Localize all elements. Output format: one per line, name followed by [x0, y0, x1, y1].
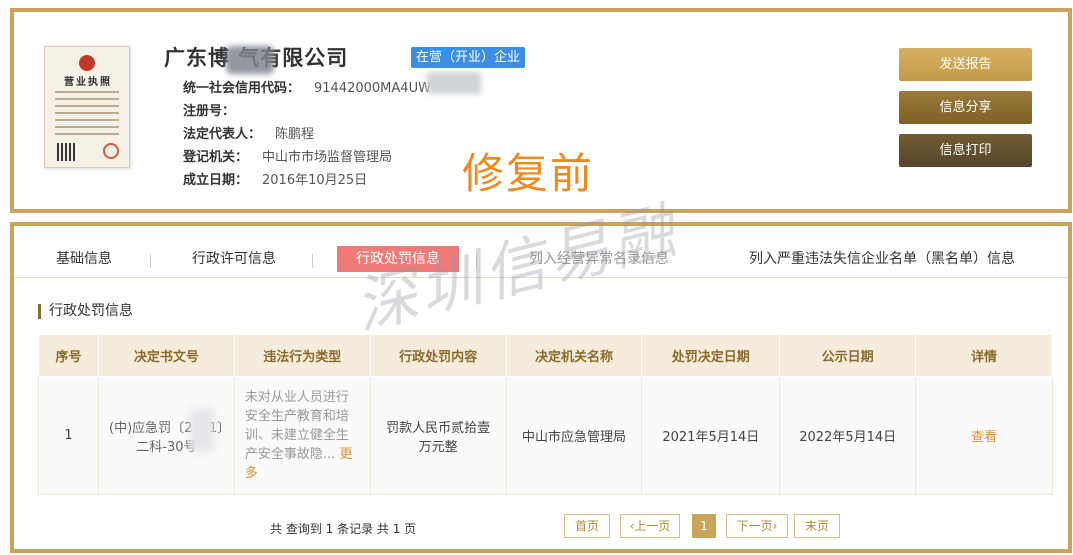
cell-authority: 中山市应急管理局	[505, 376, 643, 495]
section-title: 行政处罚信息	[38, 304, 133, 319]
current-page-button[interactable]: 1	[692, 514, 716, 538]
national-emblem-icon	[79, 55, 95, 71]
col-publish-date: 公示日期	[779, 334, 917, 377]
page-summary: 共 查询到 1 条记录 共 1 页	[270, 522, 417, 536]
next-page-button[interactable]: 下一页›	[726, 514, 788, 538]
license-text-lines	[55, 91, 119, 140]
seal-icon	[103, 143, 119, 159]
reg-authority-value: 中山市市场监督管理局	[262, 150, 393, 165]
col-doc-no: 决定书文号	[97, 334, 235, 377]
tab-divider	[150, 254, 151, 268]
redaction-blur	[226, 46, 274, 74]
status-badge: 在营（开业）企业	[411, 47, 525, 68]
tab-license-info[interactable]: 行政许可信息	[184, 246, 284, 272]
tab-divider	[312, 254, 313, 268]
reg-no-row: 注册号：	[183, 100, 249, 119]
tab-divider	[476, 254, 477, 268]
col-detail: 详情	[915, 334, 1053, 377]
legal-rep-row: 法定代表人： 陈鹏程	[183, 123, 314, 142]
credit-code-row: 统一社会信用代码： 91442000MA4UW	[183, 77, 431, 96]
col-authority: 决定机关名称	[505, 334, 643, 377]
print-info-button[interactable]: 信息打印	[899, 134, 1032, 167]
redaction-blur	[427, 72, 481, 94]
legal-rep-label: 法定代表人：	[183, 127, 262, 142]
before-repair-watermark: 修复前	[462, 149, 595, 198]
violation-text: 未对从业人员进行安全生产教育和培训、未建立健全生产安全事故隐...	[244, 390, 349, 462]
first-page-button[interactable]: 首页	[564, 514, 610, 538]
tab-blacklist[interactable]: 列入严重违法失信企业名单（黑名单）信息	[732, 246, 1032, 272]
credit-code-label: 统一社会信用代码：	[183, 81, 301, 96]
reg-authority-row: 登记机关： 中山市市场监督管理局	[183, 146, 392, 165]
cell-no: 1	[38, 376, 99, 495]
col-violation: 违法行为类型	[233, 334, 371, 377]
qr-code-icon	[57, 143, 75, 161]
cell-penalty: 罚款人民币贰拾壹万元整	[369, 376, 507, 495]
send-report-button[interactable]: 发送报告	[899, 48, 1032, 81]
records-card: 基础信息 行政许可信息 行政处罚信息 列入经营异常名录信息 列入严重违法失信企业…	[10, 222, 1072, 553]
legal-rep-value: 陈鹏程	[275, 127, 315, 142]
cell-violation: 未对从业人员进行安全生产教育和培训、未建立健全生产安全事故隐... 更多	[233, 376, 371, 495]
founded-date-row: 成立日期： 2016年10月25日	[183, 169, 367, 188]
founded-date-label: 成立日期：	[183, 173, 249, 188]
prev-page-button[interactable]: ‹上一页	[620, 514, 680, 538]
last-page-button[interactable]: 末页	[794, 514, 840, 538]
tab-penalty-info[interactable]: 行政处罚信息	[337, 246, 459, 272]
share-info-button[interactable]: 信息分享	[899, 91, 1032, 124]
cell-decision-date: 2021年5月14日	[641, 376, 781, 495]
col-no: 序号	[38, 334, 99, 377]
reg-no-label: 注册号：	[183, 104, 236, 119]
credit-code-value: 91442000MA4UW	[314, 81, 431, 96]
founded-date-value: 2016年10月25日	[262, 173, 368, 188]
col-decision-date: 处罚决定日期	[641, 334, 781, 377]
business-license-image[interactable]: 营业执照	[44, 46, 130, 168]
tab-abnormal-list[interactable]: 列入经营异常名录信息	[509, 246, 689, 272]
cell-detail: 查看	[915, 376, 1053, 495]
tab-basic-info[interactable]: 基础信息	[44, 246, 124, 272]
col-penalty: 行政处罚内容	[369, 334, 507, 377]
info-tabs: 基础信息 行政许可信息 行政处罚信息 列入经营异常名录信息 列入严重违法失信企业…	[14, 232, 1068, 278]
view-detail-link[interactable]: 查看	[971, 430, 997, 445]
license-title: 营业执照	[64, 77, 112, 88]
redaction-blur	[190, 408, 214, 452]
cell-publish-date: 2022年5月14日	[779, 376, 917, 495]
reg-authority-label: 登记机关：	[183, 150, 249, 165]
table-header-row: 序号 决定书文号 违法行为类型 行政处罚内容 决定机关名称 处罚决定日期 公示日…	[38, 334, 1053, 377]
